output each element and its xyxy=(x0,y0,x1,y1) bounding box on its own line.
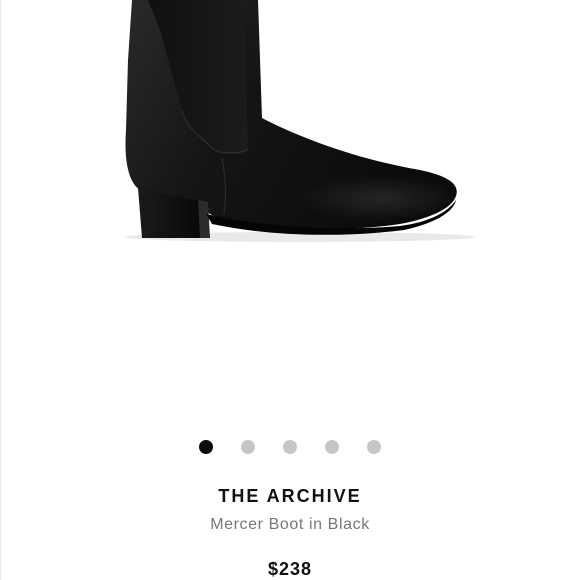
brand-name[interactable]: THE ARCHIVE xyxy=(0,486,580,507)
carousel-dot-5[interactable] xyxy=(367,440,381,454)
carousel-dot-2[interactable] xyxy=(241,440,255,454)
product-name: Mercer Boot in Black xyxy=(210,516,370,533)
carousel-dot-3[interactable] xyxy=(283,440,297,454)
product-image[interactable] xyxy=(0,0,580,300)
boot-image-icon xyxy=(125,0,475,242)
product-price: $238 xyxy=(267,559,313,579)
carousel-dot-4[interactable] xyxy=(325,440,339,454)
carousel-dot-1[interactable] xyxy=(199,440,213,454)
carousel-dots xyxy=(0,440,580,454)
product-page: THE ARCHIVE Mercer Boot in Black $238 xyxy=(0,0,580,580)
